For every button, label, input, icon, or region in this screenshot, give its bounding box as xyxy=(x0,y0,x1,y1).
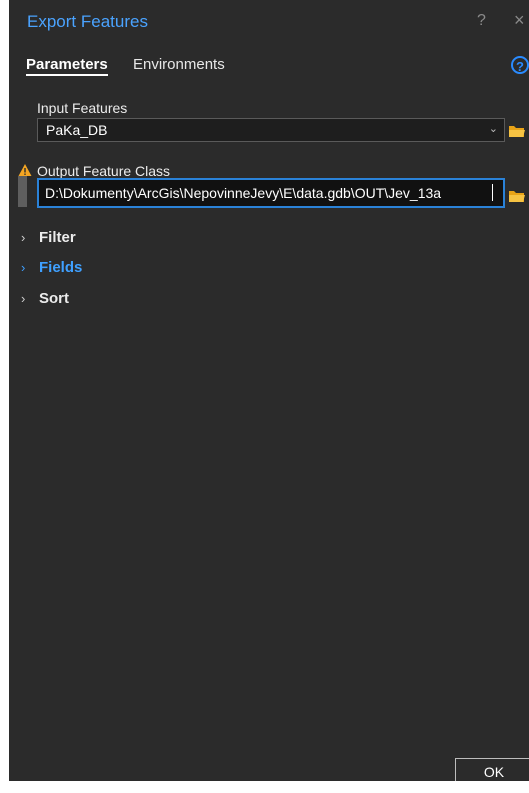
input-features-dropdown[interactable]: PaKa_DB ⌄ xyxy=(37,118,505,142)
section-fields[interactable]: › Fields xyxy=(21,259,82,281)
section-fields-label: Fields xyxy=(39,259,83,276)
input-features-value: PaKa_DB xyxy=(46,122,108,138)
section-sort-label: Sort xyxy=(39,290,69,307)
text-cursor xyxy=(492,184,493,201)
chevron-right-icon: › xyxy=(21,230,26,245)
tab-strip: Parameters Environments xyxy=(9,56,529,82)
section-filter[interactable]: › Filter xyxy=(21,229,76,251)
section-sort[interactable]: › Sort xyxy=(21,290,69,312)
output-feature-class-label: Output Feature Class xyxy=(37,163,171,179)
help-button[interactable]: ? xyxy=(477,12,486,30)
active-parameter-marker xyxy=(18,176,27,207)
tab-parameters[interactable]: Parameters xyxy=(26,56,108,76)
chevron-right-icon: › xyxy=(21,291,26,306)
pane-title: Export Features xyxy=(27,12,148,31)
title-bar: Export Features ? × xyxy=(9,0,529,44)
chevron-down-icon: ⌄ xyxy=(488,123,498,135)
section-filter-label: Filter xyxy=(39,229,76,246)
tool-help-icon[interactable]: ? xyxy=(511,56,529,74)
tab-environments[interactable]: Environments xyxy=(133,56,225,73)
ok-button[interactable]: OK xyxy=(455,758,529,781)
geoprocessing-pane: Export Features ? × Parameters Environme… xyxy=(9,0,529,781)
folder-icon[interactable] xyxy=(508,124,526,138)
chevron-right-icon: › xyxy=(21,260,26,275)
output-feature-class-input[interactable] xyxy=(37,178,505,208)
warning-icon xyxy=(18,164,32,176)
close-button[interactable]: × xyxy=(514,10,525,31)
window-frame: Export Features ? × Parameters Environme… xyxy=(0,0,529,793)
folder-icon[interactable] xyxy=(508,189,526,203)
input-features-label: Input Features xyxy=(37,100,128,116)
